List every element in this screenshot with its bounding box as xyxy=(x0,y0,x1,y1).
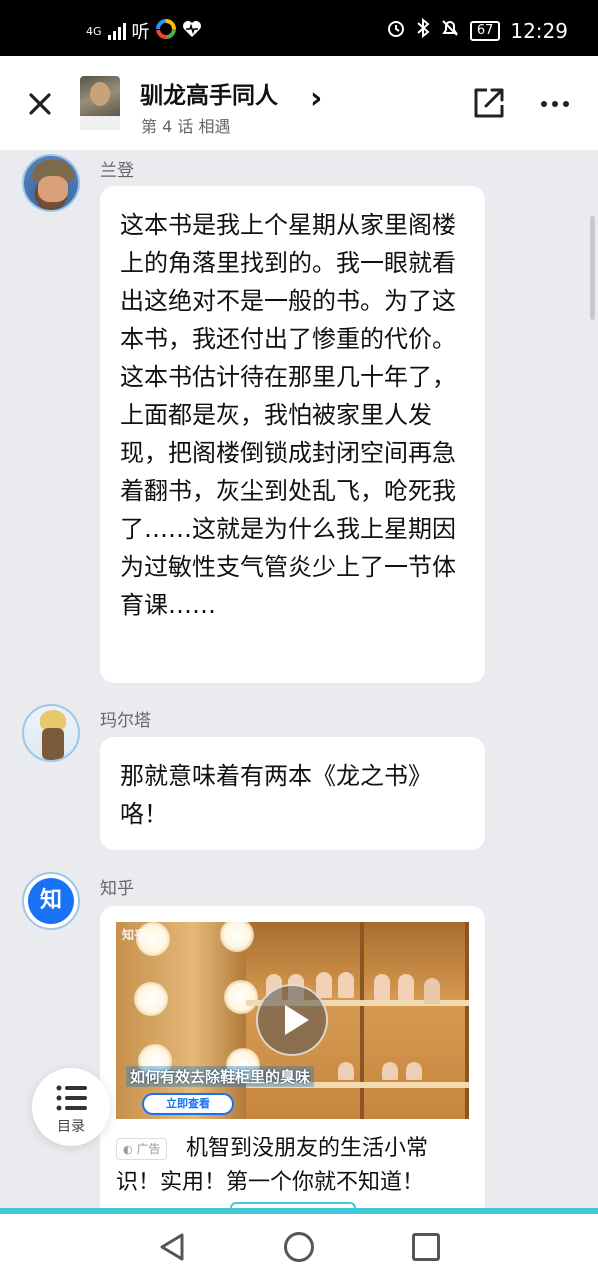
avatar-landon[interactable] xyxy=(22,154,80,212)
status-right: 67 12:29 xyxy=(386,17,568,43)
sender-name: 知乎 xyxy=(100,879,134,899)
ad-video[interactable]: 知乎 如何有效去除鞋柜里的臭味 立即查看 xyxy=(116,922,469,1119)
status-time: 12:29 xyxy=(510,18,568,43)
more-icon xyxy=(541,101,569,107)
story-header: 驯龙高手同人 › 第 4 话 相遇 xyxy=(0,56,598,150)
scrollbar[interactable] xyxy=(590,216,595,320)
home-button[interactable] xyxy=(284,1232,314,1262)
battery-icon: 67 xyxy=(469,20,501,41)
sender-name: 玛尔塔 xyxy=(100,711,151,731)
episode-subtitle: 第 4 话 相遇 xyxy=(141,117,231,136)
share-button[interactable] xyxy=(472,86,506,120)
sender-name: 兰登 xyxy=(100,161,134,181)
status-bar: 4G 听 67 12:29 xyxy=(0,0,598,56)
health-heart-icon xyxy=(182,20,202,43)
zhihu-logo: 知 xyxy=(28,878,74,924)
chat-scroll-area[interactable]: 兰登 这本书是我上个星期从家里阁楼上的角落里找到的。我一眼就看出这绝对不是一般的… xyxy=(0,150,598,1208)
colorful-app-icon xyxy=(155,18,176,44)
back-button[interactable] xyxy=(158,1232,186,1262)
play-icon[interactable] xyxy=(256,984,328,1056)
more-options-button[interactable] xyxy=(540,82,570,117)
toc-label: 目录 xyxy=(57,1119,85,1135)
share-icon xyxy=(474,88,504,118)
close-button[interactable] xyxy=(22,86,58,122)
avatar-zhihu[interactable]: 知 xyxy=(22,872,80,930)
story-cover-image[interactable] xyxy=(80,76,120,130)
message-bubble: 这本书是我上个星期从家里阁楼上的角落里找到的。我一眼就看出这绝对不是一般的书。为… xyxy=(100,186,485,683)
video-caption: 如何有效去除鞋柜里的臭味 xyxy=(126,1066,315,1087)
message-bubble: 那就意味着有两本《龙之书》咯！ xyxy=(100,737,485,850)
status-left: 4G 听 xyxy=(86,18,202,44)
ad-text[interactable]: 机智到没朋友的生活小常识！实用！第一个你就不知道！ xyxy=(116,1132,469,1200)
recent-apps-button[interactable] xyxy=(412,1233,440,1261)
close-icon xyxy=(29,93,51,115)
system-nav-bar xyxy=(0,1214,598,1280)
avatar-marta[interactable] xyxy=(22,704,80,762)
network-type: 4G xyxy=(86,24,102,38)
toc-button[interactable]: 目录 xyxy=(32,1068,110,1146)
list-icon xyxy=(56,1085,87,1111)
alarm-icon xyxy=(386,18,406,43)
mute-bell-icon xyxy=(440,18,460,43)
mirror-image xyxy=(116,922,246,1119)
bluetooth-icon xyxy=(416,17,430,43)
story-title[interactable]: 驯龙高手同人 xyxy=(140,76,278,110)
ad-card[interactable]: 知乎 如何有效去除鞋柜里的臭味 立即查看 ◐ 广告 机智到没朋友的生活小常识！实… xyxy=(100,906,485,1208)
back-triangle-icon xyxy=(160,1233,184,1261)
app-indicator: 听 xyxy=(131,22,150,43)
signal-icon xyxy=(107,22,126,40)
view-now-button[interactable]: 立即查看 xyxy=(142,1093,234,1115)
video-watermark: 知乎 xyxy=(122,928,147,942)
chevron-right-icon[interactable]: › xyxy=(310,84,322,114)
